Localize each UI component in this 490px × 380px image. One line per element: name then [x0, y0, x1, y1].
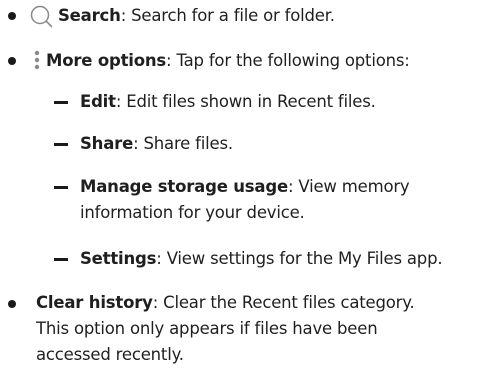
bullet [8, 57, 16, 65]
term-clear-history: Clear history [36, 293, 153, 312]
desc-clear-history-line2: This option only appears if files have b… [36, 319, 378, 338]
sub-item-share: Share: Share files. [0, 129, 490, 159]
list-item-more-options: More options: Tap for the following opti… [0, 44, 490, 76]
dash [54, 143, 68, 146]
desc-search: Search for a file or folder. [131, 6, 335, 25]
term-manage-storage: Manage storage usage [80, 177, 288, 196]
search-icon [29, 3, 55, 29]
dash [54, 258, 68, 261]
dash [54, 101, 68, 104]
term-share: Share [80, 134, 134, 153]
desc-settings: View settings for the My Files app. [166, 249, 443, 268]
desc-clear-history: Clear the Recent files category. [163, 293, 415, 312]
desc-clear-history-line3: accessed recently. [36, 345, 184, 364]
sub-item-edit: Edit: Edit files shown in Recent files. [0, 87, 490, 117]
dash [54, 186, 68, 189]
desc-more-options: Tap for the following options: [176, 51, 410, 70]
desc-edit: Edit files shown in Recent files. [126, 92, 376, 111]
bullet [8, 12, 16, 20]
list-item-clear-history: Clear history: Clear the Recent files ca… [0, 288, 490, 378]
bullet [8, 300, 16, 308]
sub-item-settings: Settings: View settings for the My Files… [0, 244, 490, 274]
term-settings: Settings [80, 249, 157, 268]
term-edit: Edit [80, 92, 116, 111]
term-search: Search [58, 6, 121, 25]
more-options-icon [32, 49, 42, 71]
help-document: Search: Search for a file or folder. Mor… [0, 0, 490, 380]
list-item-search: Search: Search for a file or folder. [0, 0, 490, 32]
desc-share: Share files. [143, 134, 234, 153]
desc-manage-storage: View memory [298, 177, 410, 196]
term-more-options: More options [46, 51, 167, 70]
sub-item-manage-storage: Manage storage usage: View memory inform… [0, 172, 490, 232]
desc-manage-storage-cont: information for your device. [80, 203, 305, 222]
